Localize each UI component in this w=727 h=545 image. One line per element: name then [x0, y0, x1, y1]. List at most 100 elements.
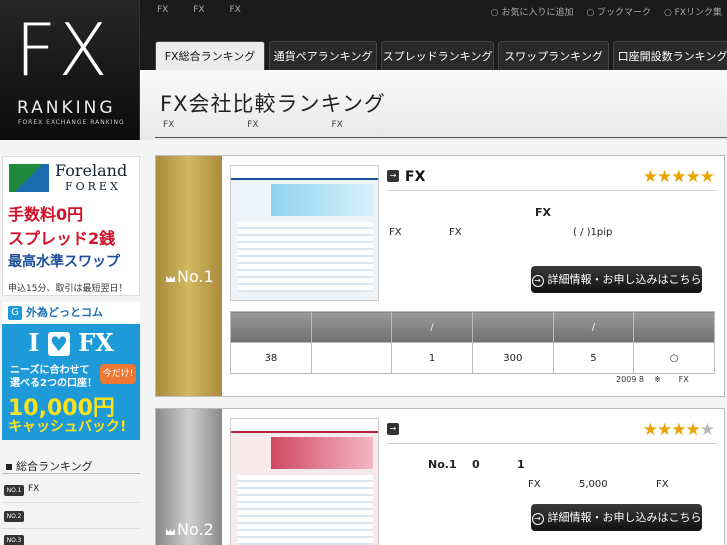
- screenshot-content: [237, 475, 373, 545]
- info-item: FX: [389, 227, 402, 238]
- top-nav-item[interactable]: FX: [193, 5, 204, 15]
- sidebar-item-rank-3[interactable]: NO.3: [2, 531, 140, 545]
- top-links: ○ お気に入りに追加 ○ ブックマーク ○ FXリンク集: [481, 5, 722, 18]
- star-icon: ★: [671, 420, 686, 440]
- gaitame-banner[interactable]: 外為どっとコム G I ♥ FX ニーズに合わせて 選べる2つの口座！ 今だけ!…: [2, 302, 140, 440]
- spec-table: / / 38 1 300 5 ○: [230, 311, 715, 374]
- info-headline: FX: [535, 206, 551, 219]
- rank-badge: NO.1: [4, 485, 24, 496]
- details-apply-label: 詳細情報・お申し込みはこちら: [547, 511, 702, 524]
- info-headline: 0: [472, 458, 480, 471]
- page-title: FX会社比較ランキング: [160, 92, 386, 116]
- sidebar-item-rank-1[interactable]: NO.1 FX: [2, 481, 140, 503]
- screenshot-header: [231, 166, 378, 180]
- ad2-fx: FX: [78, 328, 114, 357]
- info-item: FX: [656, 479, 669, 490]
- star-rating: ★★★★★: [643, 420, 715, 440]
- rank-number: No.2: [177, 520, 214, 539]
- ad2-logo-icon: G: [8, 306, 22, 320]
- star-icon: ★: [657, 167, 672, 187]
- site-screenshot[interactable]: [230, 418, 379, 545]
- ranking-card-1: No.1 → FX ★★★★★ FX FX FX ( / )1pip → 詳細情報…: [155, 155, 725, 397]
- sidebar-item-label: FX: [28, 484, 40, 494]
- star-icon: ★: [671, 167, 686, 187]
- tab-swap-ranking[interactable]: スワップランキング: [498, 41, 609, 70]
- name-divider: [387, 443, 717, 444]
- sidebar-heading: 総合ランキング: [2, 458, 140, 474]
- page-sub-item: FX: [331, 120, 343, 130]
- logo-subtitle: FOREX EXCHANGE RANKING: [18, 119, 125, 126]
- star-icon: ★: [642, 167, 658, 187]
- rank-column: No.1: [156, 156, 222, 396]
- sidebar-heading-label: 総合ランキング: [16, 460, 93, 473]
- rank-number: No.1: [177, 267, 214, 286]
- spec-value: ○: [633, 342, 715, 374]
- foreland-banner[interactable]: Foreland FOREX 手数料0円 スプレッド2銭 最高水準スワップ 申込…: [2, 156, 140, 296]
- logo-ranking-text: RANKING: [17, 98, 116, 118]
- rank-label: No.1: [166, 267, 222, 286]
- title-divider: [155, 137, 727, 138]
- star-icon: ★: [657, 420, 672, 440]
- site-screenshot[interactable]: [230, 165, 379, 301]
- ad2-brand: 外為どっとコム: [2, 302, 140, 324]
- info-item: 5,000: [579, 479, 608, 490]
- fx-links-link[interactable]: ○ FXリンク集: [664, 8, 722, 18]
- info-item: FX: [528, 479, 541, 490]
- ad2-i: I: [28, 328, 40, 357]
- star-rating: ★★★★★: [642, 167, 715, 187]
- spec-value: 300: [471, 342, 554, 374]
- ad1-footer: 申込15分、取引は最短翌日！: [8, 284, 128, 294]
- tab-spread-ranking[interactable]: スプレッドランキング: [381, 41, 494, 70]
- company-name[interactable]: FX: [405, 169, 425, 185]
- details-apply-label: 詳細情報・お申し込みはこちら: [547, 273, 702, 286]
- spec-value: 5: [552, 342, 635, 374]
- bookmark-link[interactable]: ○ ブックマーク: [586, 8, 651, 18]
- heart-icon: ♥: [47, 332, 70, 356]
- top-nav-item[interactable]: FX: [157, 5, 168, 15]
- star-icon: ★: [699, 167, 715, 187]
- top-nav-item[interactable]: FX: [229, 5, 240, 15]
- footnote: 2009 8 ※ FX: [616, 375, 689, 384]
- spec-header: /: [552, 311, 635, 343]
- screenshot-banner: [271, 437, 373, 469]
- foreland-logo-icon: [9, 164, 49, 192]
- ad1-spread-line: スプレッド2銭: [8, 229, 116, 248]
- info-item: FX: [449, 227, 462, 238]
- arrow-right-icon: →: [531, 513, 544, 525]
- arrow-right-icon: →: [387, 170, 399, 182]
- info-headline: 1: [517, 458, 525, 471]
- tab-overall-ranking[interactable]: FX総合ランキング: [155, 41, 265, 70]
- spec-value: 1: [391, 342, 473, 374]
- star-empty-icon: ★: [699, 420, 715, 440]
- spec-value: 38: [230, 342, 312, 374]
- sidebar-item-rank-2[interactable]: NO.2: [2, 507, 140, 529]
- page-sub-item: FX: [247, 120, 259, 130]
- spec-value: [310, 342, 393, 374]
- ad2-now-badge: 今だけ!: [100, 364, 136, 384]
- ad1-brand-name: Foreland: [55, 161, 128, 180]
- star-icon: ★: [685, 167, 701, 187]
- tab-account-ranking[interactable]: 口座開設数ランキング: [613, 41, 727, 70]
- info-item: ( / )1pip: [573, 227, 613, 238]
- spec-header: [230, 311, 312, 343]
- name-divider: [387, 190, 717, 191]
- rank-badge: NO.2: [4, 511, 24, 522]
- site-logo[interactable]: FX RANKING FOREX EXCHANGE RANKING: [0, 0, 140, 140]
- page-sub-item: FX: [163, 120, 175, 130]
- details-apply-button[interactable]: → 詳細情報・お申し込みはこちら: [531, 266, 702, 293]
- spec-header-row: / /: [230, 311, 715, 343]
- favorite-link[interactable]: ○ お気に入りに追加: [491, 8, 574, 18]
- spec-header: /: [391, 311, 473, 343]
- ad1-fee-line: 手数料0円: [8, 205, 84, 224]
- ad2-message: ニーズに合わせて 選べる2つの口座！: [10, 365, 97, 389]
- details-apply-button[interactable]: → 詳細情報・お申し込みはこちら: [531, 504, 702, 531]
- ad1-swap-line: 最高水準スワップ: [8, 254, 120, 270]
- crown-icon: [166, 276, 175, 282]
- arrow-right-icon: →: [531, 275, 544, 287]
- spec-header: [310, 311, 393, 343]
- ad1-brand-forex: FOREX: [65, 180, 121, 193]
- screenshot-header: [231, 419, 378, 433]
- tab-currency-pair-ranking[interactable]: 通貨ペアランキング: [269, 41, 377, 70]
- spec-value-row: 38 1 300 5 ○: [230, 342, 715, 374]
- screenshot-content: [237, 222, 373, 292]
